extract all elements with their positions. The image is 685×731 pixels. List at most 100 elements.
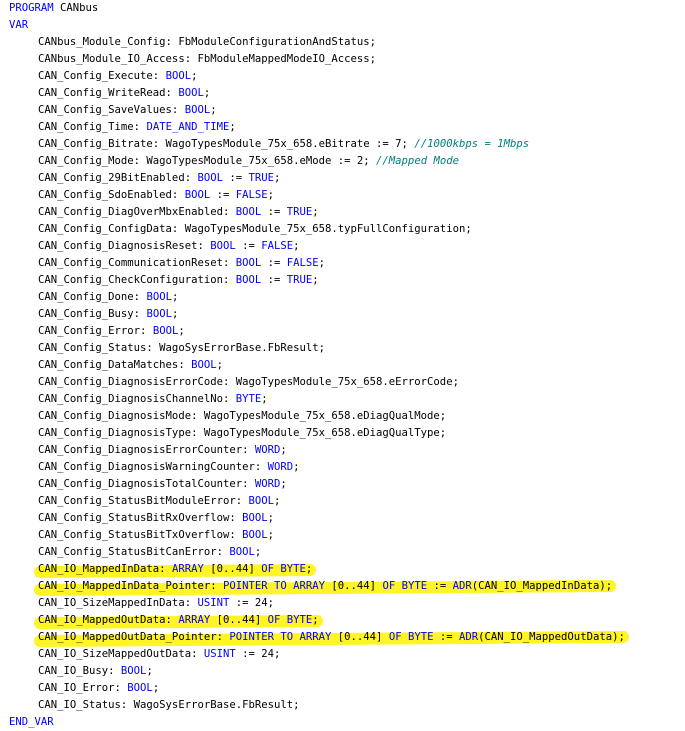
- code-keyword: BYTE: [280, 563, 306, 575]
- code-keyword: BOOL: [178, 87, 204, 99]
- code-line: CAN_Config_Status: WagoSysErrorBase.FbRe…: [38, 340, 325, 357]
- code-text: CANbus_Module_Config: FbModuleConfigurat…: [38, 36, 377, 48]
- code-text: [0..44]: [325, 580, 383, 592]
- code-line: CAN_Config_Mode: WagoTypesModule_75x_658…: [38, 153, 459, 170]
- code-line: CAN_Config_CheckConfiguration: BOOL := T…: [38, 272, 319, 289]
- code-text: CAN_Config_DataMatches:: [38, 359, 192, 371]
- code-keyword: POINTER TO ARRAY: [229, 631, 332, 643]
- code-keyword: BOOL: [235, 274, 262, 286]
- code-text: ;: [216, 359, 223, 371]
- code-text: CAN_Config_CommunicationReset:: [38, 257, 236, 269]
- code-line: CAN_Config_StatusBitTxOverflow: BOOL;: [38, 527, 274, 544]
- code-text: :=: [261, 274, 287, 286]
- code-text: CAN_Config_DiagOverMbxEnabled:: [38, 206, 236, 218]
- code-keyword: BYTE: [407, 631, 434, 643]
- code-keyword: BYTE: [401, 580, 428, 592]
- code-keyword: USINT: [197, 597, 230, 609]
- code-text: ;: [203, 87, 211, 99]
- code-editor[interactable]: PROGRAM CANbus VAR CANbus_Module_Config:…: [0, 0, 685, 731]
- code-line: CAN_Config_DiagnosisErrorCounter: WORD;: [38, 442, 287, 459]
- code-text: ;: [312, 206, 319, 218]
- program-declaration-line: PROGRAM CANbus: [9, 0, 98, 17]
- code-text: [0..44]: [331, 631, 389, 643]
- code-keyword: FALSE: [235, 189, 268, 201]
- code-line: CAN_Config_DiagnosisType: WagoTypesModul…: [38, 425, 446, 442]
- code-line: CAN_Config_DataMatches: BOOL;: [38, 357, 223, 374]
- code-text: :=: [235, 240, 262, 252]
- code-text: CAN_IO_MappedInData_Pointer:: [38, 580, 223, 592]
- code-line: CAN_Config_DiagnosisTotalCounter: WORD;: [38, 476, 287, 493]
- code-keyword: BOOL: [210, 240, 236, 252]
- code-keyword: BOOL: [235, 206, 262, 218]
- code-text: ;: [274, 495, 281, 507]
- code-text: CAN_Config_Execute:: [38, 70, 166, 82]
- code-keyword: BOOL: [184, 104, 211, 116]
- code-keyword: OF: [388, 631, 402, 643]
- code-text: CAN_Config_DiagnosisChannelNo:: [38, 393, 236, 405]
- code-comment: //1000kbps = 1Mbps: [414, 138, 530, 150]
- code-line: CAN_Config_DiagnosisWarningCounter: WORD…: [38, 459, 300, 476]
- code-line: CAN_IO_SizeMappedInData: USINT := 24;: [38, 595, 274, 612]
- code-text: CAN_IO_MappedOutData:: [38, 614, 179, 626]
- code-line: CAN_Config_ConfigData: WagoTypesModule_7…: [38, 221, 472, 238]
- code-keyword: TRUE: [248, 172, 274, 184]
- code-text: ;: [280, 444, 287, 456]
- code-line: CAN_Config_StatusBitRxOverflow: BOOL;: [38, 510, 274, 527]
- code-text: :=: [210, 189, 236, 201]
- code-text: ;: [267, 189, 275, 201]
- code-line: CAN_IO_MappedOutData_Pointer: POINTER TO…: [38, 629, 625, 646]
- code-text: ;: [267, 529, 275, 541]
- code-text: CAN_Config_CheckConfiguration:: [38, 274, 236, 286]
- code-line: CAN_Config_Done: BOOL;: [38, 289, 178, 306]
- code-text: CAN_Config_29BitEnabled:: [38, 172, 198, 184]
- code-line: CAN_Config_DiagnosisReset: BOOL := FALSE…: [38, 238, 300, 255]
- code-line: CAN_Config_WriteRead: BOOL;: [38, 85, 210, 102]
- code-line: CAN_IO_MappedOutData: ARRAY [0..44] OF B…: [38, 612, 319, 629]
- code-text: CAN_Config_StatusBitRxOverflow:: [38, 512, 243, 524]
- code-keyword: ARRAY: [171, 563, 204, 575]
- code-text: CAN_Config_ConfigData: WagoTypesModule_7…: [38, 223, 472, 235]
- code-keyword: TRUE: [286, 274, 313, 286]
- code-text: ;: [254, 546, 262, 558]
- code-line: CAN_IO_Busy: BOOL;: [38, 663, 153, 680]
- code-text: [0..44]: [210, 614, 268, 626]
- code-keyword: ADR: [452, 580, 472, 592]
- code-line: CANbus_Module_Config: FbModuleConfigurat…: [38, 34, 376, 51]
- code-text: ;: [312, 274, 319, 286]
- code-line: CAN_Config_StatusBitCanError: BOOL;: [38, 544, 261, 561]
- code-text: :=: [433, 631, 459, 643]
- code-text: ;: [229, 121, 236, 133]
- code-text: CAN_IO_MappedInData:: [38, 563, 172, 575]
- code-line: CANbus_Module_IO_Access: FbModuleMappedM…: [38, 51, 376, 68]
- code-text: CAN_Config_WriteRead:: [38, 87, 179, 99]
- code-text: ;: [261, 393, 268, 405]
- code-keyword: BOOL: [197, 172, 223, 184]
- code-line: CAN_Config_DiagnosisErrorCode: WagoTypes…: [38, 374, 459, 391]
- code-text: ;: [178, 325, 185, 337]
- code-text: [0..44]: [203, 563, 262, 575]
- code-keyword: BYTE: [235, 393, 262, 405]
- code-keyword: POINTER TO ARRAY: [222, 580, 326, 592]
- code-line: CAN_IO_Error: BOOL;: [38, 680, 159, 697]
- code-line: CAN_Config_DiagnosisMode: WagoTypesModul…: [38, 408, 446, 425]
- code-keyword: BOOL: [235, 257, 262, 269]
- code-text: :=: [261, 206, 287, 218]
- code-keyword: OF: [382, 580, 396, 592]
- code-keyword: BOOL: [120, 665, 147, 677]
- code-line: CAN_Config_DiagOverMbxEnabled: BOOL := T…: [38, 204, 319, 221]
- code-text: CAN_Config_DiagnosisTotalCounter:: [38, 478, 255, 490]
- code-text: ;: [171, 308, 179, 320]
- code-text: ;: [274, 172, 281, 184]
- code-text: ;: [293, 240, 300, 252]
- code-text: CAN_Config_Time:: [38, 121, 147, 133]
- code-text: ;: [318, 257, 326, 269]
- code-text: CAN_Config_DiagnosisMode: WagoTypesModul…: [38, 410, 447, 422]
- code-text: := 24;: [235, 648, 281, 660]
- code-text: CAN_Config_DiagnosisErrorCounter:: [38, 444, 255, 456]
- code-keyword: OF: [261, 563, 274, 575]
- code-text: ;: [146, 665, 153, 677]
- code-text: CAN_Config_Status: WagoSysErrorBase.FbRe…: [38, 342, 326, 354]
- code-keyword: WORD: [267, 461, 294, 473]
- code-keyword: WORD: [254, 444, 281, 456]
- code-text: :=: [261, 257, 287, 269]
